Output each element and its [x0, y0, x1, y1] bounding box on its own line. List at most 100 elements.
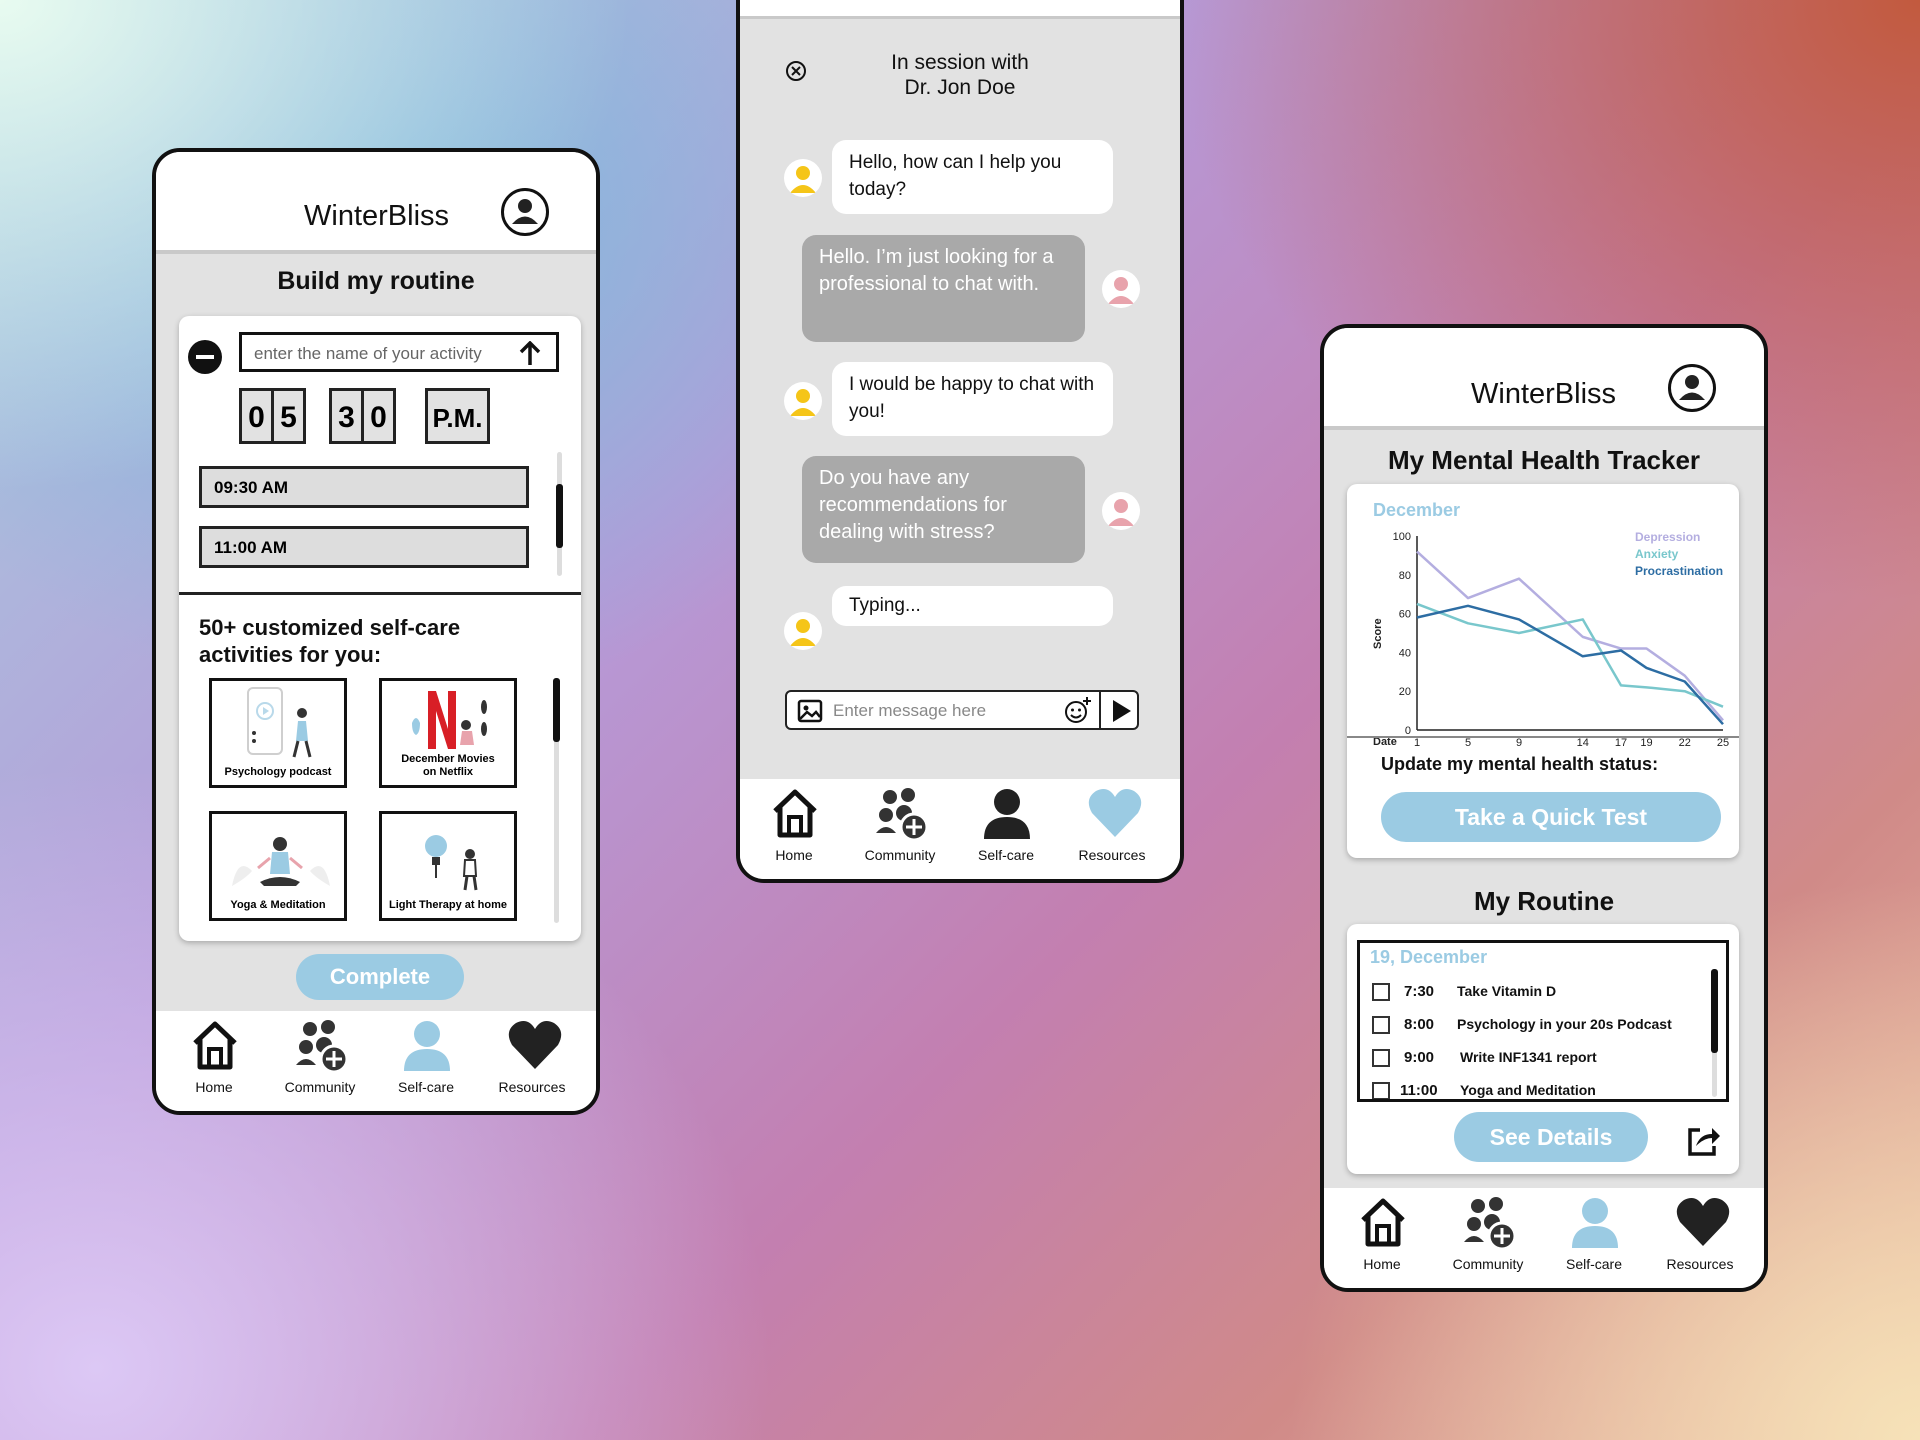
heart-icon	[508, 1021, 562, 1069]
nav-label: Resources	[498, 1079, 566, 1095]
app-header: WinterBliss	[1324, 328, 1764, 430]
yoga-illustration	[232, 837, 330, 886]
checkbox[interactable]	[1372, 1082, 1390, 1099]
checkbox[interactable]	[1372, 1016, 1390, 1034]
x-tick-label: 14	[1577, 737, 1589, 749]
share-icon[interactable]	[1686, 1124, 1722, 1158]
activity-label: December Movies on Netflix	[401, 753, 495, 778]
routine-item[interactable]: 9:00 Write INF1341 report	[1360, 1047, 1726, 1080]
activity-name-input[interactable]: enter the name of your activity	[239, 332, 559, 372]
arrow-up-icon[interactable]	[518, 341, 542, 367]
mental-health-chart: 0204060801001 5 9 14 17 19 22 25DateScore	[1372, 531, 1729, 749]
routine-time: 11:00	[1400, 1082, 1438, 1099]
chat-message: Hello. I’m just looking for a profession…	[802, 235, 1085, 342]
ampm-selector[interactable]: P.M.	[425, 388, 490, 444]
routine-item[interactable]: 11:00 Yoga and Meditation	[1360, 1080, 1726, 1099]
netflix-illustration	[412, 691, 487, 749]
doctor-avatar	[784, 382, 822, 420]
nav-label: Self-care	[977, 847, 1035, 863]
home-icon	[1361, 1198, 1405, 1247]
chat-message: Hello, how can I help you today?	[832, 140, 1113, 214]
routine-task: Yoga and Meditation	[1460, 1082, 1596, 1098]
community-icon	[876, 788, 929, 842]
activity-card[interactable]: December Movies on Netflix	[379, 678, 517, 788]
tracker-card: December 0 20 40 60 80 100 1 5 9 14 17 19 22 25 Date Sc…	[1347, 484, 1739, 858]
time-slot[interactable]: 09:30 AM	[199, 466, 529, 508]
activity-card[interactable]: Light Therapy at home	[379, 811, 517, 921]
remove-icon[interactable]	[188, 340, 222, 374]
x-tick-label: 9	[1516, 737, 1522, 749]
complete-button[interactable]: Complete	[296, 954, 464, 1000]
nav-label: Resources	[1666, 1256, 1734, 1272]
routine-builder-card: enter the name of your activity 0 5 3 0 …	[179, 316, 581, 941]
chat-message: I would be happy to chat with you!	[832, 362, 1113, 436]
activity-input-placeholder: enter the name of your activity	[254, 344, 482, 363]
nav-label: Community	[1452, 1256, 1524, 1272]
typing-indicator: Typing...	[832, 586, 1113, 626]
doctor-avatar	[784, 612, 822, 650]
routine-card: 19, December 7:30 Take Vitamin D 8:00 Ps…	[1347, 924, 1739, 1174]
home-icon	[193, 1021, 237, 1070]
heart-icon	[1676, 1198, 1730, 1246]
routine-time: 7:30	[1404, 983, 1435, 1000]
nav-label: Home	[775, 847, 813, 863]
minute-digit-1[interactable]: 3	[329, 388, 364, 444]
y-tick-label: 100	[1393, 531, 1411, 543]
nav-label: Self-care	[397, 1079, 455, 1095]
routine-time: 9:00	[1404, 1049, 1435, 1066]
nav-label: Community	[284, 1079, 356, 1095]
time-slot[interactable]: 11:00 AM	[199, 526, 529, 568]
bottom-nav: Home Community Self-care Resources	[740, 779, 1180, 879]
profile-icon[interactable]	[1668, 364, 1716, 412]
section-title: My Routine	[1473, 886, 1615, 916]
activity-label: Psychology podcast	[224, 766, 332, 778]
nav-label: Self-care	[1565, 1256, 1623, 1272]
routine-time: 8:00	[1404, 1016, 1435, 1033]
profile-icon[interactable]	[501, 188, 549, 236]
y-tick-label: 40	[1399, 647, 1411, 659]
community-icon	[1464, 1197, 1517, 1251]
x-tick-label: 25	[1717, 737, 1729, 749]
update-status-label: Update my mental health status:	[1381, 754, 1659, 774]
slots-scrollbar[interactable]	[556, 452, 563, 576]
checkbox[interactable]	[1372, 983, 1390, 1001]
heart-icon	[1088, 789, 1142, 837]
minute-digit-2[interactable]: 0	[361, 388, 396, 444]
routine-date: 19, December	[1370, 947, 1488, 967]
series-line-anxiety	[1416, 602, 1724, 708]
image-icon[interactable]	[797, 699, 823, 723]
routine-item[interactable]: 8:00 Psychology in your 20s Podcast	[1360, 1014, 1726, 1047]
person-icon	[1572, 1198, 1618, 1248]
app-header	[740, 0, 1180, 19]
app-title: WinterBliss	[304, 200, 450, 232]
message-placeholder: Enter message here	[833, 701, 987, 720]
hour-digit-1[interactable]: 0	[239, 388, 274, 444]
see-details-button[interactable]: See Details	[1454, 1112, 1648, 1162]
y-tick-label: 80	[1399, 570, 1411, 582]
checkbox[interactable]	[1372, 1049, 1390, 1067]
message-input[interactable]: Enter message here	[785, 690, 1139, 730]
activity-card[interactable]: Psychology podcast	[209, 678, 347, 788]
y-tick-label: 20	[1399, 686, 1411, 698]
nav-label: Community	[864, 847, 936, 863]
legend-anxiety: Anxiety	[1635, 547, 1679, 561]
hour-digit-2[interactable]: 5	[271, 388, 306, 444]
quick-test-button[interactable]: Take a Quick Test	[1381, 792, 1721, 842]
routine-task: Take Vitamin D	[1457, 983, 1557, 999]
light-therapy-illustration	[425, 835, 478, 891]
input-divider	[1099, 692, 1101, 728]
activity-card[interactable]: Yoga & Meditation	[209, 811, 347, 921]
routine-task: Write INF1341 report	[1460, 1049, 1597, 1065]
activities-scrollbar[interactable]	[553, 678, 560, 923]
send-icon[interactable]	[1109, 698, 1133, 724]
chat-phone: In session with Dr. Jon Doe Hello, how c…	[736, 0, 1184, 883]
page-title: Build my routine	[277, 267, 475, 295]
routine-item[interactable]: 7:30 Take Vitamin D	[1360, 981, 1726, 1014]
doctor-avatar	[784, 159, 822, 197]
routine-scrollbar[interactable]	[1711, 969, 1718, 1097]
activity-label: Yoga & Meditation	[230, 899, 326, 911]
emoji-add-icon[interactable]	[1063, 695, 1093, 725]
home-icon	[773, 789, 817, 838]
y-axis-label: Score	[1372, 618, 1384, 649]
bottom-nav: Home Community Self-care Resources	[156, 1011, 596, 1111]
